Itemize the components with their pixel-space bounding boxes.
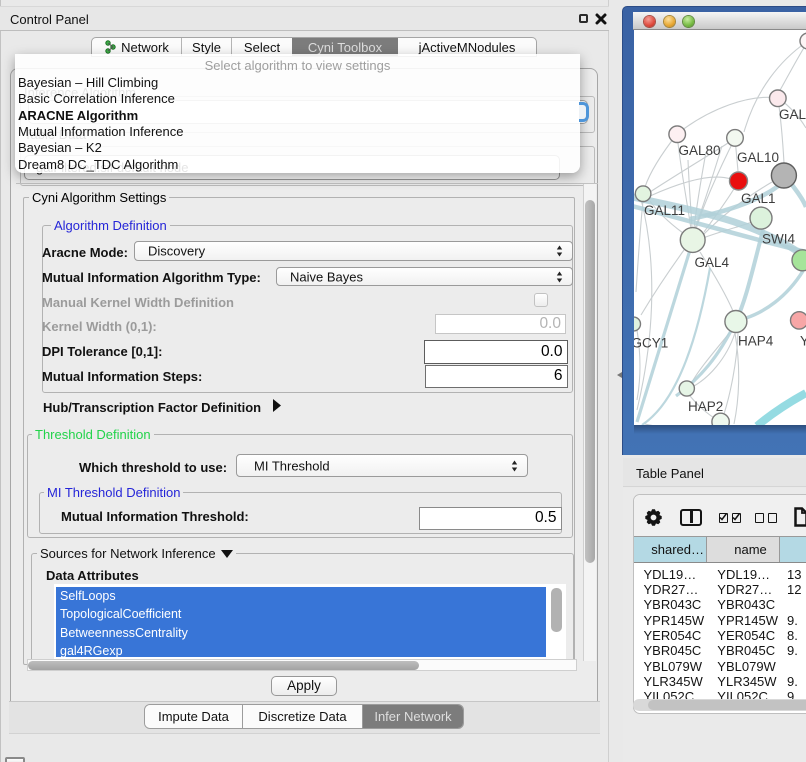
- svg-text:GCY1: GCY1: [634, 336, 668, 351]
- svg-text:GAL10: GAL10: [737, 150, 779, 165]
- svg-text:GAL80: GAL80: [679, 143, 721, 158]
- svg-text:HAP4: HAP4: [738, 334, 774, 349]
- svg-text:GAL1: GAL1: [741, 191, 776, 206]
- svg-text:SWI4: SWI4: [762, 232, 795, 247]
- svg-text:GAL4: GAL4: [695, 255, 730, 270]
- svg-text:Y: Y: [800, 334, 806, 349]
- svg-text:GAL11: GAL11: [644, 203, 685, 218]
- svg-text:HAP2: HAP2: [688, 399, 723, 414]
- svg-text:GAL7: GAL7: [779, 107, 806, 122]
